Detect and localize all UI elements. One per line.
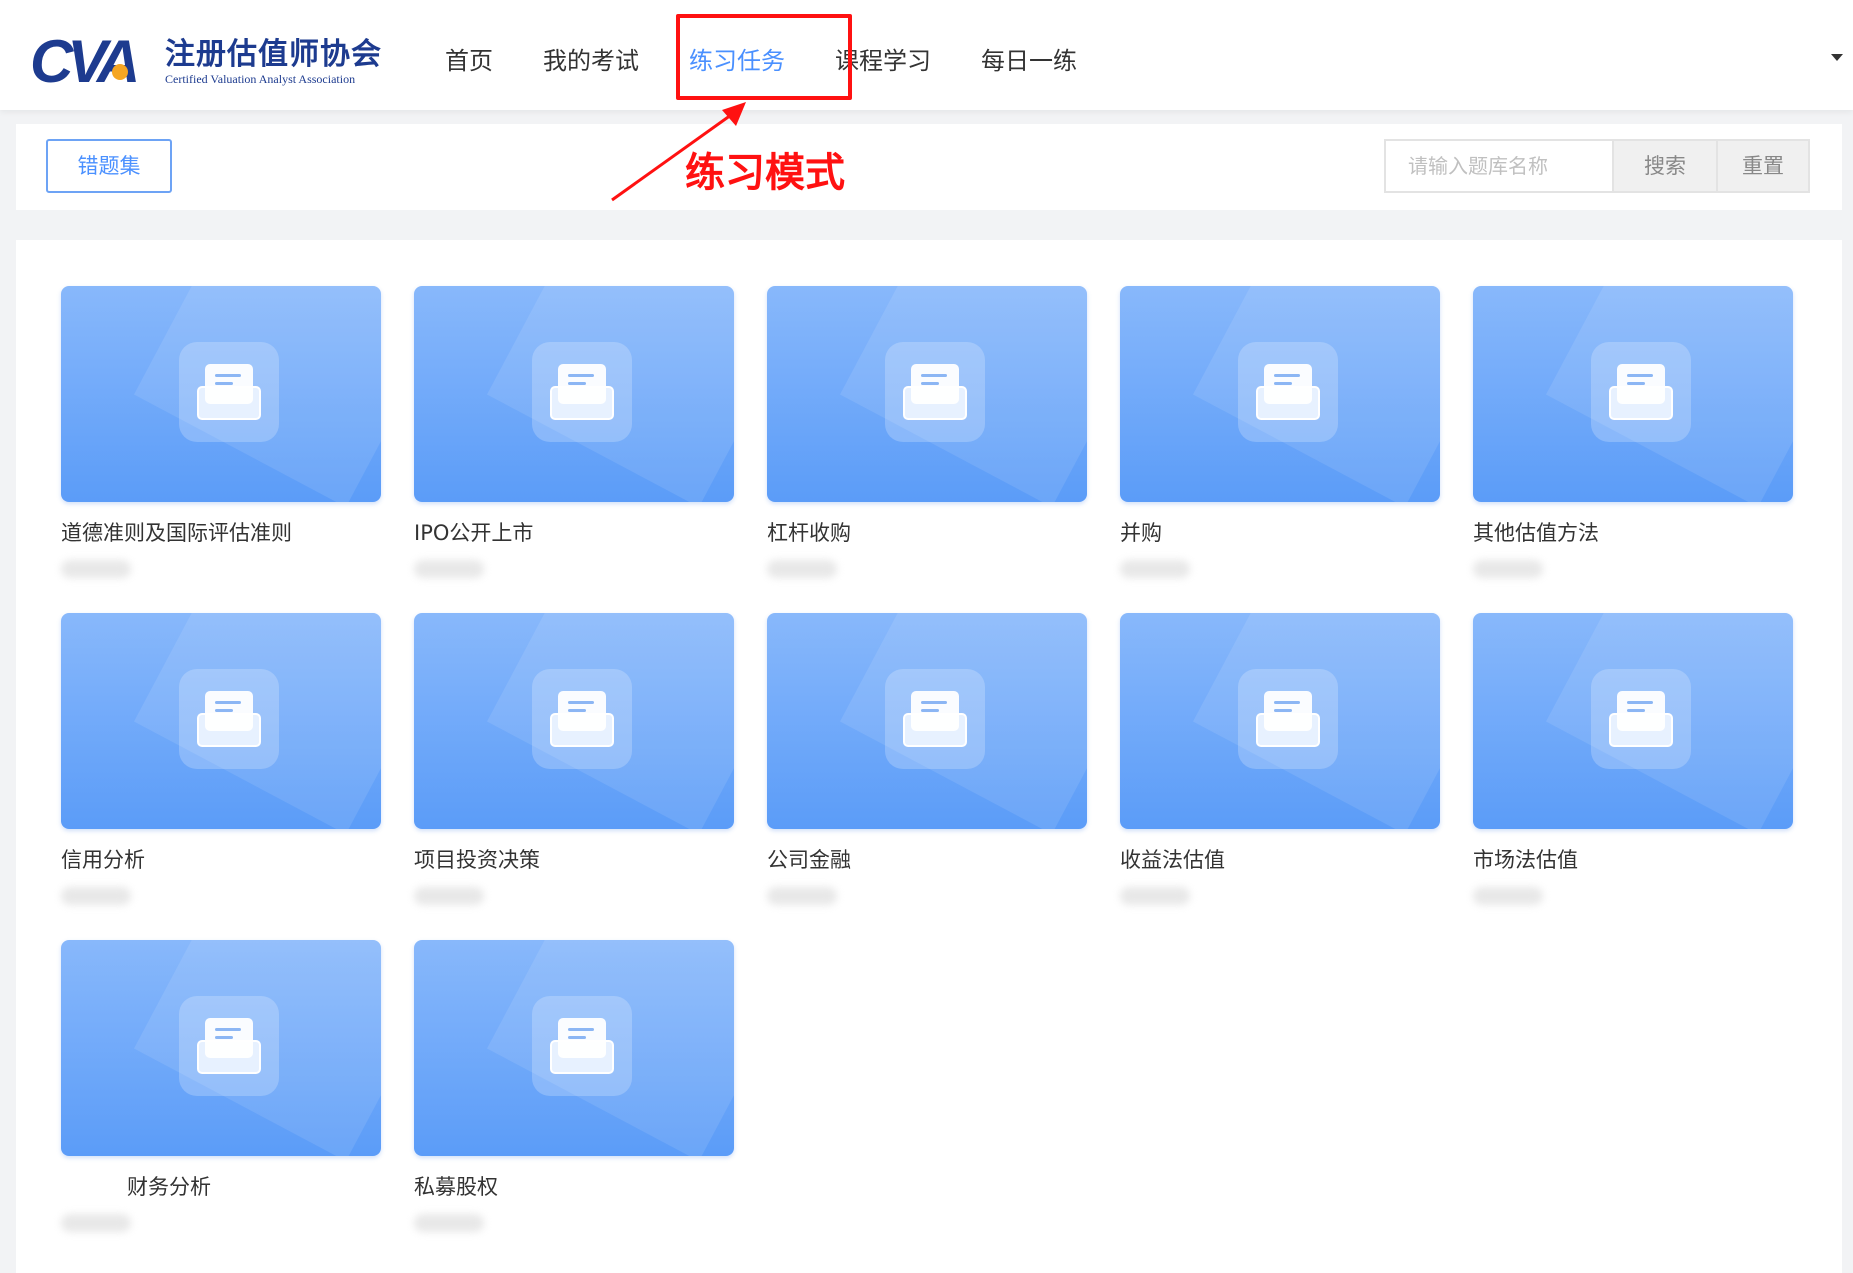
card-thumbnail[interactable] <box>61 286 381 502</box>
card-subtitle-blurred <box>767 887 837 905</box>
card-thumbnail[interactable] <box>1120 613 1440 829</box>
card-title[interactable]: 其他估值方法 <box>1473 518 1793 548</box>
card-title[interactable]: 道德准则及国际评估准则 <box>61 518 381 548</box>
cva-logo-mark: CVA <box>30 28 155 95</box>
document-tray-icon <box>179 669 279 769</box>
document-tray-icon <box>1591 342 1691 442</box>
card-subtitle-blurred <box>1473 560 1543 578</box>
card-title[interactable]: 项目投资决策 <box>414 845 734 875</box>
card-subtitle-blurred <box>1120 560 1190 578</box>
logo-mark-text: CVA <box>30 28 140 95</box>
card-subtitle-blurred <box>414 560 484 578</box>
document-tray-icon <box>885 342 985 442</box>
card-subtitle-blurred <box>61 1214 131 1232</box>
card-title[interactable]: 私募股权 <box>414 1172 734 1202</box>
card-thumbnail[interactable] <box>767 286 1087 502</box>
question-bank-card[interactable]: 道德准则及国际评估准则 <box>61 286 381 578</box>
nav-my-exams[interactable]: 我的考试 <box>518 0 664 110</box>
question-bank-card[interactable]: 私募股权 <box>414 940 734 1232</box>
card-title[interactable]: 收益法估值 <box>1120 845 1440 875</box>
card-thumbnail[interactable] <box>1120 286 1440 502</box>
document-tray-icon <box>1238 342 1338 442</box>
card-subtitle-blurred <box>414 1214 484 1232</box>
card-title[interactable]: IPO公开上市 <box>414 518 734 548</box>
card-title[interactable]: 信用分析 <box>61 845 381 875</box>
question-bank-card[interactable]: 项目投资决策 <box>414 613 734 905</box>
question-bank-card[interactable]: 其他估值方法 <box>1473 286 1793 578</box>
document-tray-icon <box>1238 669 1338 769</box>
card-subtitle-blurred <box>1473 887 1543 905</box>
document-tray-icon <box>179 342 279 442</box>
card-subtitle-blurred <box>1120 887 1190 905</box>
document-tray-icon <box>532 669 632 769</box>
card-title[interactable]: 市场法估值 <box>1473 845 1793 875</box>
document-tray-icon <box>179 996 279 1096</box>
card-thumbnail[interactable] <box>61 613 381 829</box>
cva-logo[interactable]: CVA 注册估值师协会 Certified Valuation Analyst … <box>30 28 382 95</box>
card-title[interactable]: 财务分析 <box>61 1172 381 1202</box>
wrong-questions-button[interactable]: 错题集 <box>46 139 172 193</box>
question-bank-card[interactable]: 杠杆收购 <box>767 286 1087 578</box>
card-thumbnail[interactable] <box>1473 286 1793 502</box>
reset-button[interactable]: 重置 <box>1716 139 1810 193</box>
search-button[interactable]: 搜索 <box>1612 139 1718 193</box>
card-title[interactable]: 杠杆收购 <box>767 518 1087 548</box>
question-bank-panel: 道德准则及国际评估准则 IPO公开上市 杠杆收购 并购 其他估值方法 信用分析 … <box>16 240 1842 1273</box>
card-subtitle-blurred <box>767 560 837 578</box>
logo-chinese-name: 注册估值师协会 <box>165 37 382 72</box>
question-bank-card[interactable]: 信用分析 <box>61 613 381 905</box>
user-menu-caret-icon[interactable] <box>1831 54 1843 61</box>
document-tray-icon <box>532 342 632 442</box>
logo-english-name: Certified Valuation Analyst Association <box>165 72 356 86</box>
question-bank-card[interactable]: 市场法估值 <box>1473 613 1793 905</box>
card-thumbnail[interactable] <box>61 940 381 1156</box>
card-thumbnail[interactable] <box>414 613 734 829</box>
toolbar: 错题集 请输入题库名称 搜索 重置 <box>16 124 1842 210</box>
card-title[interactable]: 公司金融 <box>767 845 1087 875</box>
document-tray-icon <box>1591 669 1691 769</box>
question-bank-card[interactable]: IPO公开上市 <box>414 286 734 578</box>
card-subtitle-blurred <box>414 887 484 905</box>
card-title[interactable]: 并购 <box>1120 518 1440 548</box>
question-bank-card[interactable]: 财务分析 <box>61 940 381 1232</box>
logo-dot <box>112 64 128 80</box>
card-thumbnail[interactable] <box>1473 613 1793 829</box>
top-header: CVA 注册估值师协会 Certified Valuation Analyst … <box>0 0 1853 110</box>
search-input[interactable]: 请输入题库名称 <box>1384 139 1612 193</box>
card-thumbnail[interactable] <box>414 286 734 502</box>
question-bank-card[interactable]: 并购 <box>1120 286 1440 578</box>
logo-text: 注册估值师协会 Certified Valuation Analyst Asso… <box>165 37 382 87</box>
card-thumbnail[interactable] <box>414 940 734 1156</box>
annotation-highlight-box <box>676 14 852 100</box>
nav-home[interactable]: 首页 <box>420 0 518 110</box>
question-bank-card[interactable]: 公司金融 <box>767 613 1087 905</box>
nav-daily-practice[interactable]: 每日一练 <box>956 0 1102 110</box>
card-subtitle-blurred <box>61 560 131 578</box>
practice-mode-annotation: 练习模式 <box>685 150 845 196</box>
document-tray-icon <box>532 996 632 1096</box>
card-thumbnail[interactable] <box>767 613 1087 829</box>
card-subtitle-blurred <box>61 887 131 905</box>
question-bank-card[interactable]: 收益法估值 <box>1120 613 1440 905</box>
document-tray-icon <box>885 669 985 769</box>
